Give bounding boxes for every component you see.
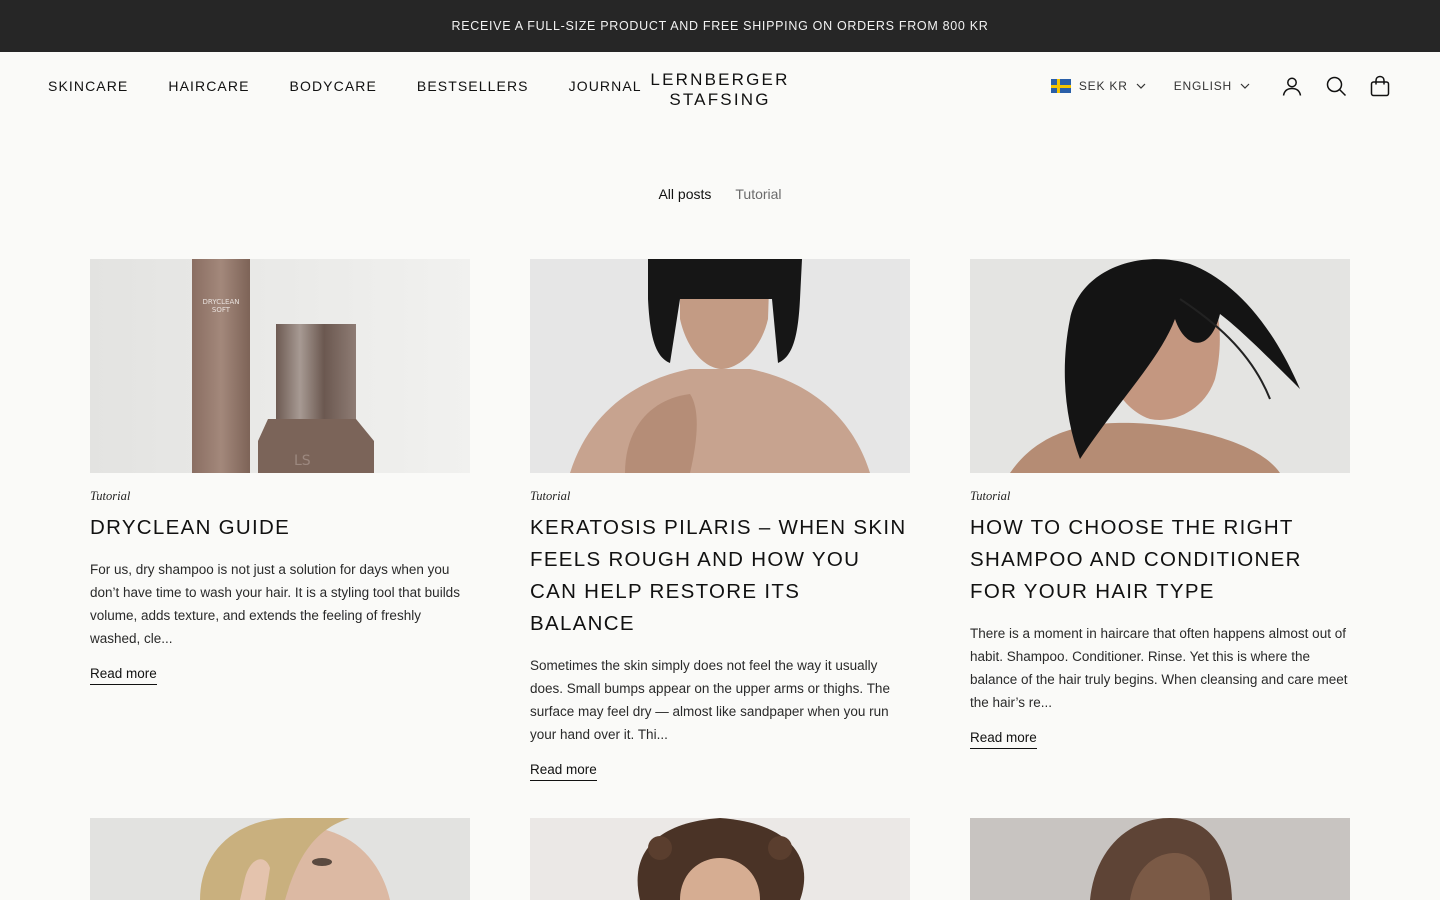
filter-all-posts[interactable]: All posts — [658, 186, 711, 202]
account-button[interactable] — [1280, 74, 1304, 98]
post-excerpt: Sometimes the skin simply does not feel … — [530, 658, 890, 742]
search-button[interactable] — [1324, 74, 1348, 98]
read-more-link[interactable]: Read more — [90, 666, 157, 685]
nav-skincare[interactable]: SKINCARE — [48, 78, 128, 94]
svg-text:DRYCLEAN: DRYCLEAN — [203, 298, 240, 306]
chevron-down-icon — [1136, 83, 1146, 89]
filter-tutorial[interactable]: Tutorial — [735, 186, 781, 202]
announcement-text: RECEIVE A FULL-SIZE PRODUCT AND FREE SHI… — [451, 19, 989, 33]
chevron-down-icon — [1240, 83, 1250, 89]
site-logo[interactable]: LERNBERGER STAFSING — [620, 70, 820, 110]
language-selector[interactable]: ENGLISH — [1174, 79, 1250, 93]
blog-card: Tutorial KERATOSIS PILARIS – WHEN SKIN F… — [530, 259, 910, 781]
post-image[interactable] — [90, 818, 470, 900]
post-image[interactable]: DRYCLEAN SOFT LS — [90, 259, 470, 473]
search-icon — [1326, 76, 1347, 97]
logo-line-2: STAFSING — [669, 90, 771, 109]
post-tag[interactable]: Tutorial — [90, 489, 470, 504]
post-image[interactable] — [530, 818, 910, 900]
post-tag[interactable]: Tutorial — [530, 489, 910, 504]
cart-button[interactable] — [1368, 74, 1392, 98]
blog-card: Tutorial HOW TO CHOOSE THE RIGHT SHAMPOO… — [970, 259, 1350, 749]
header-utilities: SEK KR ENGLISH — [1050, 74, 1392, 98]
logo-line-1: LERNBERGER — [650, 70, 790, 89]
post-title[interactable]: DRYCLEAN GUIDE — [90, 512, 470, 544]
svg-text:LS: LS — [294, 453, 311, 469]
nav-bodycare[interactable]: BODYCARE — [290, 78, 377, 94]
site-header: SKINCARE HAIRCARE BODYCARE BESTSELLERS J… — [0, 52, 1440, 124]
language-label: ENGLISH — [1173, 79, 1232, 93]
sweden-flag-icon — [1050, 79, 1071, 93]
blog-card: DRYCLEAN SOFT LS Tutorial DRYCLEAN GUIDE… — [90, 259, 470, 685]
account-icon — [1282, 77, 1302, 96]
post-title[interactable]: KERATOSIS PILARIS – WHEN SKIN FEELS ROUG… — [530, 512, 910, 640]
read-more-link[interactable]: Read more — [530, 762, 597, 781]
post-image[interactable] — [530, 259, 910, 473]
post-image[interactable] — [970, 818, 1350, 900]
currency-label: SEK KR — [1078, 79, 1128, 93]
nav-bestsellers[interactable]: BESTSELLERS — [417, 78, 529, 94]
post-excerpt: For us, dry shampoo is not just a soluti… — [90, 562, 460, 646]
bag-icon — [1370, 75, 1390, 97]
blog-filters: All posts Tutorial — [0, 186, 1440, 202]
svg-text:SOFT: SOFT — [212, 306, 231, 314]
main-nav: SKINCARE HAIRCARE BODYCARE BESTSELLERS J… — [48, 78, 642, 94]
nav-haircare[interactable]: HAIRCARE — [168, 78, 249, 94]
post-image[interactable] — [970, 259, 1350, 473]
announcement-bar: RECEIVE A FULL-SIZE PRODUCT AND FREE SHI… — [0, 0, 1440, 52]
post-title[interactable]: HOW TO CHOOSE THE RIGHT SHAMPOO AND COND… — [970, 512, 1350, 608]
post-excerpt: There is a moment in haircare that often… — [970, 626, 1348, 710]
post-tag[interactable]: Tutorial — [970, 489, 1350, 504]
read-more-link[interactable]: Read more — [970, 730, 1037, 749]
currency-selector[interactable]: SEK KR — [1050, 79, 1146, 93]
